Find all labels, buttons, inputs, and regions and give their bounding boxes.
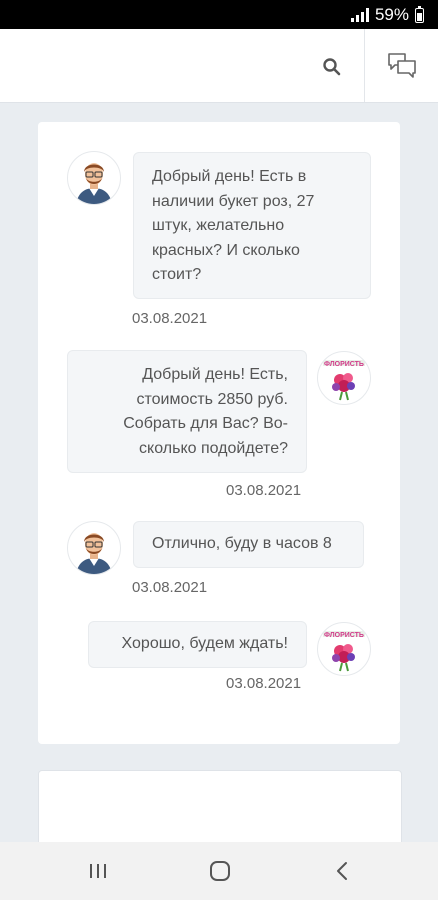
message-bubble-user: Добрый день! Есть в наличии букет роз, 2… <box>133 152 371 299</box>
recent-apps-button[interactable] <box>78 856 118 886</box>
recent-apps-icon <box>90 864 106 878</box>
message-bubble-shop: Добрый день! Есть, стоимость 2850 руб. С… <box>67 350 307 473</box>
back-icon <box>337 862 347 880</box>
home-button[interactable] <box>200 856 240 886</box>
signal-icon <box>350 8 369 22</box>
message-bubble-shop: Хорошо, будем ждать! <box>88 621 307 668</box>
shop-avatar: ФЛОРИСТЬ <box>317 351 371 405</box>
svg-text:ФЛОРИСТЬ: ФЛОРИСТЬ <box>324 632 364 639</box>
message-date: 03.08.2021 <box>226 675 302 692</box>
app-header <box>0 29 438 103</box>
chat-card: Добрый день! Есть в наличии букет роз, 2… <box>38 122 400 744</box>
battery-percent: 59% <box>374 5 409 24</box>
status-bar: 59% <box>0 0 438 29</box>
system-navbar <box>0 842 438 900</box>
search-icon <box>323 58 341 76</box>
chats-button[interactable] <box>382 49 422 83</box>
shop-avatar: ФЛОРИСТЬ <box>317 622 371 676</box>
back-button[interactable] <box>322 856 362 886</box>
message-date: 03.08.2021 <box>132 310 208 327</box>
svg-text:ФЛОРИСТЬ: ФЛОРИСТЬ <box>324 361 364 368</box>
message-date: 03.08.2021 <box>226 482 302 499</box>
home-icon <box>210 861 230 881</box>
header-divider <box>364 29 365 102</box>
user-avatar <box>67 151 121 205</box>
message-date: 03.08.2021 <box>132 579 208 596</box>
chat-icon <box>388 53 416 78</box>
message-bubble-user: Отлично, буду в часов 8 <box>133 521 364 568</box>
battery-icon <box>415 5 424 23</box>
search-button[interactable] <box>316 51 348 83</box>
user-avatar <box>67 521 121 575</box>
